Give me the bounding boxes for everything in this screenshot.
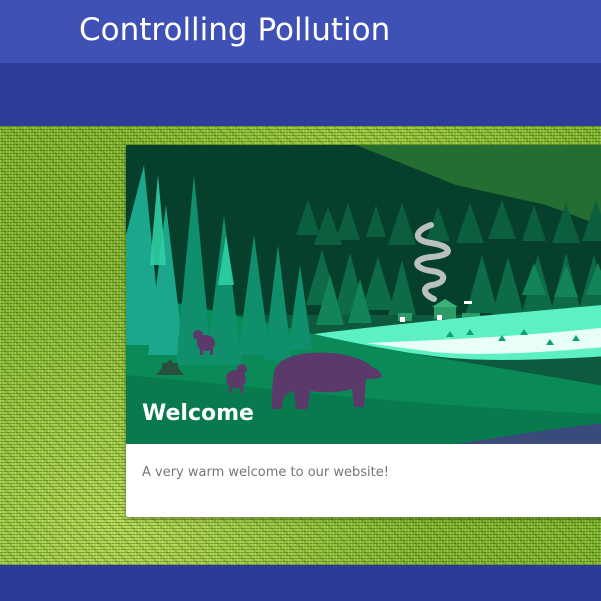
page-title: Controlling Pollution [79,12,391,48]
footer-bar [0,565,601,601]
forest-bears-illustration [126,145,601,444]
welcome-card: Welcome A very warm welcome to our websi… [126,145,601,517]
app-bar: Controlling Pollution [0,0,601,63]
content-area: Welcome A very warm welcome to our websi… [0,126,601,565]
tab-strip [0,63,601,126]
card-supporting-text: A very warm welcome to our website! [142,465,389,480]
card-title: Welcome [142,401,254,426]
